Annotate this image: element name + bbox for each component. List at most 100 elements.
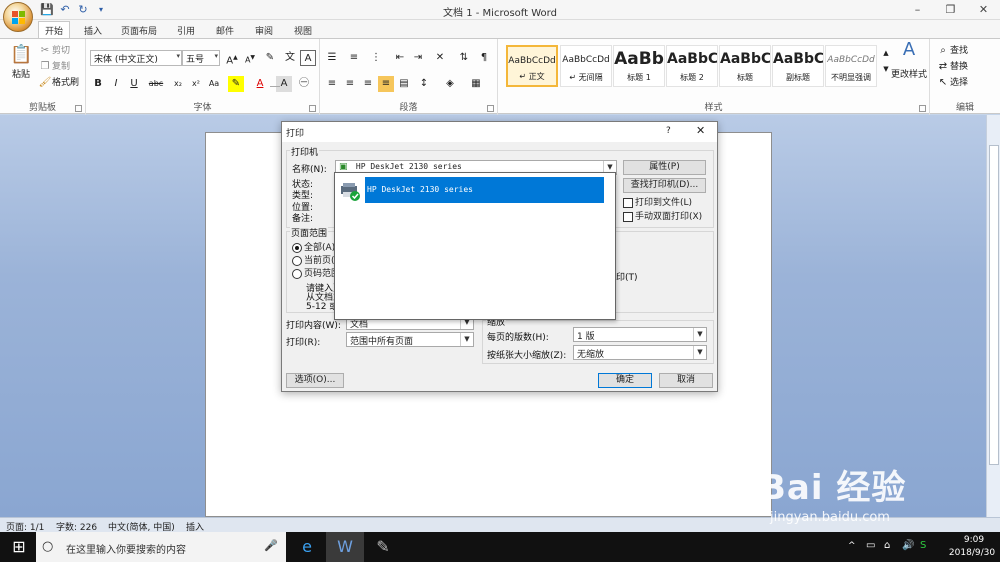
- chevron-down-icon[interactable]: ▼: [693, 346, 706, 359]
- style-sample: AaBbCcDd: [562, 55, 610, 65]
- ime-icon[interactable]: S: [920, 540, 926, 551]
- tab-insert[interactable]: 插入: [78, 22, 108, 39]
- properties-button[interactable]: 属性(P): [623, 160, 706, 175]
- scale-combo[interactable]: 无缩放 ▼: [573, 345, 707, 360]
- multilevel-list-icon[interactable]: ⋮: [368, 50, 384, 66]
- close-window-button[interactable]: ✕: [967, 0, 1000, 20]
- tray-chevron-icon[interactable]: ^: [848, 541, 856, 551]
- minimize-button[interactable]: –: [901, 0, 934, 20]
- underline-icon[interactable]: U: [126, 76, 142, 92]
- font-launcher-icon[interactable]: [309, 105, 316, 112]
- styles-group-label: 样式: [704, 103, 723, 113]
- shading-icon[interactable]: ◈: [442, 76, 458, 92]
- change-styles-button[interactable]: A 更改样式: [890, 41, 928, 81]
- style-subtle-emphasis[interactable]: AaBbCcDd 不明显强调: [825, 45, 877, 87]
- superscript-icon[interactable]: x²: [188, 76, 204, 92]
- styles-launcher-icon[interactable]: [919, 105, 926, 112]
- format-painter-button[interactable]: 🖌格式刷: [38, 75, 79, 90]
- volume-icon[interactable]: 🔊: [902, 540, 914, 551]
- help-button[interactable]: ?: [666, 126, 671, 136]
- shrink-font-icon[interactable]: A▼: [242, 50, 258, 66]
- style-no-spacing[interactable]: AaBbCcDd ↵ 无间隔: [560, 45, 612, 87]
- all-pages-radio[interactable]: 全部(A): [292, 240, 335, 253]
- ok-button[interactable]: 确定: [598, 373, 652, 388]
- microphone-icon[interactable]: 🎤: [264, 539, 278, 552]
- italic-icon[interactable]: I: [108, 76, 124, 92]
- print-scope-combo[interactable]: 范围中所有页面 ▼: [346, 332, 474, 347]
- numbering-icon[interactable]: ≡: [346, 50, 362, 66]
- tab-references[interactable]: 引用: [171, 22, 201, 39]
- decrease-indent-icon[interactable]: ⇤: [392, 50, 408, 66]
- phonetic-guide-icon[interactable]: 文: [282, 50, 298, 66]
- tab-page-layout[interactable]: 页面布局: [115, 22, 163, 39]
- subscript-icon[interactable]: x₂: [170, 76, 186, 92]
- word-taskbar-icon[interactable]: W: [326, 532, 364, 562]
- find-button[interactable]: ⌕ 查找: [936, 43, 968, 58]
- network-icon[interactable]: ⌂: [884, 540, 890, 551]
- char-border-icon[interactable]: A: [300, 50, 316, 66]
- pages-per-sheet-combo[interactable]: 1 版 ▼: [573, 327, 707, 342]
- font-color-icon[interactable]: A: [252, 76, 268, 92]
- char-shading-icon[interactable]: A: [276, 76, 292, 92]
- replace-button[interactable]: ⇄ 替换: [936, 59, 968, 74]
- strikethrough-icon[interactable]: abc: [148, 76, 164, 92]
- cut-button[interactable]: ✂ 剪切: [38, 43, 70, 58]
- line-spacing-icon[interactable]: ↕: [416, 76, 432, 92]
- select-button[interactable]: ↖ 选择: [936, 75, 968, 90]
- chinese-layout-icon[interactable]: ✕: [432, 50, 448, 66]
- windows-start-icon[interactable]: ⊞: [0, 532, 38, 562]
- clear-format-icon[interactable]: ✎: [262, 50, 278, 66]
- restore-button[interactable]: ❐: [934, 0, 967, 20]
- highlight-icon[interactable]: ✎: [228, 76, 244, 92]
- copy-button[interactable]: ❐ 复制: [38, 59, 71, 74]
- bold-icon[interactable]: B: [90, 76, 106, 92]
- style-subtitle[interactable]: AaBbC 副标题: [772, 45, 824, 87]
- paragraph-launcher-icon[interactable]: [487, 105, 494, 112]
- paint-icon[interactable]: ✎: [364, 532, 402, 562]
- scrollbar-thumb[interactable]: [989, 145, 999, 465]
- page-numbers-radio[interactable]: 页码范围: [292, 266, 340, 279]
- style-title[interactable]: AaBbC 标题: [719, 45, 771, 87]
- chevron-down-icon[interactable]: ▼: [460, 333, 473, 346]
- tab-mailings[interactable]: 邮件: [210, 22, 240, 39]
- edge-icon[interactable]: e: [288, 532, 326, 562]
- battery-icon[interactable]: ▭: [866, 540, 875, 551]
- bullets-icon[interactable]: ☰: [324, 50, 340, 66]
- clipboard-launcher-icon[interactable]: [75, 105, 82, 112]
- paste-button[interactable]: 📋 粘贴: [8, 43, 34, 80]
- find-printer-button[interactable]: 查找打印机(D)...: [623, 178, 706, 193]
- increase-indent-icon[interactable]: ⇥: [410, 50, 426, 66]
- taskbar-search[interactable]: ○ 在这里输入你要搜索的内容 🎤: [36, 532, 286, 562]
- printer-option-hp-deskjet[interactable]: HP DeskJet 2130 series: [365, 177, 604, 203]
- show-marks-icon[interactable]: ¶: [476, 50, 492, 66]
- style-normal[interactable]: AaBbCcDd ↵ 正文: [506, 45, 558, 87]
- sort-icon[interactable]: ⇅: [456, 50, 472, 66]
- enclose-char-icon[interactable]: ㊀: [296, 76, 312, 92]
- manual-duplex-checkbox[interactable]: 手动双面打印(X): [623, 209, 702, 222]
- font-size-combo[interactable]: 五号 ▾: [182, 50, 220, 66]
- change-case-icon[interactable]: Aa: [206, 76, 222, 92]
- dialog-close-button[interactable]: ✕: [696, 124, 705, 137]
- tab-home[interactable]: 开始: [38, 21, 71, 39]
- chevron-down-icon[interactable]: ▼: [693, 328, 706, 341]
- borders-icon[interactable]: ▦: [468, 76, 484, 92]
- align-right-icon[interactable]: ≡: [360, 76, 376, 92]
- cancel-button[interactable]: 取消: [659, 373, 713, 388]
- justify-icon[interactable]: ≡: [378, 76, 394, 92]
- grow-font-icon[interactable]: A▲: [224, 50, 240, 66]
- clock-date[interactable]: 2018/9/30: [944, 548, 1000, 558]
- clock-time[interactable]: 9:09: [952, 535, 996, 545]
- office-button[interactable]: [3, 2, 33, 32]
- font-name-combo[interactable]: 宋体 (中文正文) ▾: [90, 50, 182, 66]
- distributed-icon[interactable]: ▤: [396, 76, 412, 92]
- vertical-scrollbar[interactable]: [986, 115, 1000, 517]
- style-heading-1[interactable]: AaBb 标题 1: [613, 45, 665, 87]
- align-left-icon[interactable]: ≡: [324, 76, 340, 92]
- tab-review[interactable]: 审阅: [249, 22, 279, 39]
- align-center-icon[interactable]: ≡: [342, 76, 358, 92]
- tab-view[interactable]: 视图: [288, 22, 318, 39]
- current-page-radio[interactable]: 当前页(: [292, 253, 335, 266]
- options-button[interactable]: 选项(O)...: [286, 373, 344, 388]
- style-heading-2[interactable]: AaBbC 标题 2: [666, 45, 718, 87]
- print-to-file-checkbox[interactable]: 打印到文件(L): [623, 195, 692, 208]
